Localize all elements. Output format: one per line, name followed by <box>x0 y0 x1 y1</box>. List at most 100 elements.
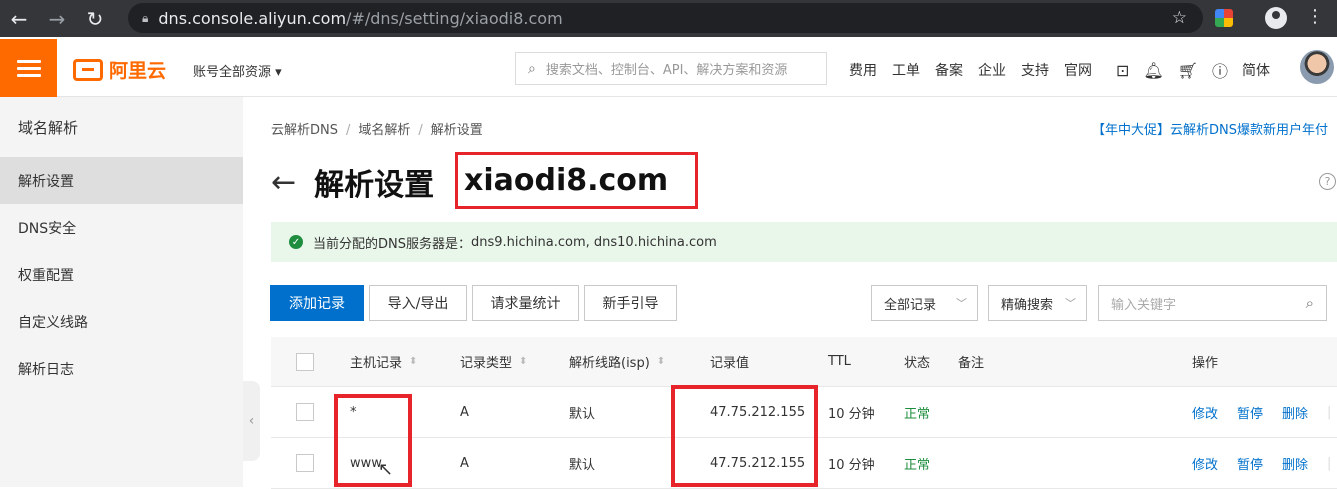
sidebar: 域名解析 解析设置 DNS安全 权重配置 自定义线路 解析日志 <box>0 97 243 487</box>
sidebar-item-custom-lines[interactable]: 自定义线路 <box>0 298 243 345</box>
record-filter-select[interactable]: 全部记录 ﹀ <box>871 285 978 321</box>
column-host-label: 主机记录 <box>350 356 403 371</box>
logo-text: 阿里云 <box>109 60 167 82</box>
aliyun-logo[interactable]: 阿里云 <box>73 56 166 83</box>
annotation-box-value <box>671 385 818 487</box>
terminal-icon[interactable]: ⊡ <box>1116 61 1129 80</box>
edit-link[interactable]: 修改 <box>1192 454 1218 473</box>
top-link-support[interactable]: 支持 <box>1021 60 1049 80</box>
aliyun-logo-icon <box>73 58 103 81</box>
column-ttl: TTL <box>828 354 851 369</box>
domain-name: xiaodi8.com <box>455 152 698 209</box>
annotation-box-host <box>334 394 412 487</box>
reload-icon[interactable]: ↻ <box>76 0 114 37</box>
url-host: dns.console.aliyun.com <box>158 8 347 28</box>
keyword-placeholder: 输入关键字 <box>1111 297 1177 313</box>
select-all-checkbox[interactable] <box>296 353 314 371</box>
sidebar-item-dns-logs[interactable]: 解析日志 <box>0 345 243 392</box>
back-icon[interactable]: ← <box>0 0 38 37</box>
column-host[interactable]: 主机记录 ⬍ <box>350 337 417 386</box>
browser-menu-icon[interactable]: ⋮ <box>1306 6 1324 27</box>
url-path: /#/dns/setting/xiaodi8.com <box>346 8 563 28</box>
cell-line: 默认 <box>569 457 596 473</box>
cell-ops: 修改 暂停 删除 | <box>1192 438 1331 488</box>
global-search-input[interactable]: ⌕ 搜索文档、控制台、API、解决方案和资源 <box>515 52 827 85</box>
import-export-button[interactable]: 导入/导出 <box>369 285 467 321</box>
notice-servers: dns9.hichina.com, dns10.hichina.com <box>471 234 717 250</box>
address-bar[interactable]: 🔒︎ dns.console.aliyun.com/#/dns/setting/… <box>128 3 1203 33</box>
search-placeholder: 搜索文档、控制台、API、解决方案和资源 <box>545 63 788 78</box>
page-header: ← 解析设置 <box>271 160 434 204</box>
sort-icon: ⬍ <box>519 355 528 367</box>
pause-link[interactable]: 暂停 <box>1237 403 1263 422</box>
column-ops: 操作 <box>1192 356 1219 371</box>
page-title: 解析设置 <box>314 168 435 203</box>
bell-icon[interactable]: 🔔︎ <box>1143 61 1163 80</box>
sidebar-item-weight-config[interactable]: 权重配置 <box>0 251 243 298</box>
top-link-ticket[interactable]: 工单 <box>892 60 920 80</box>
notice-label: 当前分配的DNS服务器是： <box>313 236 471 252</box>
promo-link[interactable]: 【年中大促】云解析DNS爆款新用户年付 <box>1092 119 1328 138</box>
caret-down-icon: ▾ <box>275 65 282 80</box>
sidebar-collapse-handle[interactable]: ‹ <box>243 381 260 461</box>
sidebar-item-dns-settings[interactable]: 解析设置 <box>0 157 243 204</box>
console-topbar: 阿里云 账号全部资源 ▾ ⌕ 搜索文档、控制台、API、解决方案和资源 费用 工… <box>0 39 1337 97</box>
sidebar-item-dns-security[interactable]: DNS安全 <box>0 204 243 251</box>
pause-link[interactable]: 暂停 <box>1237 454 1263 473</box>
column-status: 状态 <box>904 356 931 371</box>
column-line[interactable]: 解析线路(isp) ⬍ <box>569 337 665 386</box>
mouse-cursor-icon: ↖ <box>378 459 394 480</box>
top-links: 费用 工单 备案 企业 支持 官网 <box>849 60 1107 80</box>
top-link-website[interactable]: 官网 <box>1064 60 1092 80</box>
cell-type: A <box>460 455 469 471</box>
back-arrow-icon[interactable]: ← <box>271 165 296 200</box>
check-circle-icon: ✓ <box>289 235 303 249</box>
add-record-button[interactable]: 添加记录 <box>270 285 364 321</box>
cell-line: 默认 <box>569 406 596 422</box>
delete-link[interactable]: 删除 <box>1282 403 1308 422</box>
chevron-down-icon: ﹀ <box>956 297 967 310</box>
breadcrumb-item[interactable]: 域名解析 <box>358 123 410 138</box>
delete-link[interactable]: 删除 <box>1282 454 1308 473</box>
sidebar-title[interactable]: 域名解析 <box>0 97 243 157</box>
keyword-search-input[interactable]: 输入关键字 ⌕ <box>1098 285 1327 321</box>
chevron-down-icon: ﹀ <box>1065 297 1076 310</box>
hamburger-menu-button[interactable] <box>0 39 57 97</box>
search-mode-select[interactable]: 精确搜索 ﹀ <box>988 285 1087 321</box>
row-checkbox[interactable] <box>296 454 314 472</box>
extension-icon[interactable] <box>1215 9 1233 27</box>
record-filter-value: 全部记录 <box>884 297 937 313</box>
top-icons: ⊡ 🔔︎ 🛒︎ ⓘ 简体 <box>1116 58 1284 82</box>
divider: | <box>1327 455 1332 471</box>
top-link-billing[interactable]: 费用 <box>849 60 877 80</box>
cell-ttl: 10 分钟 <box>828 406 875 422</box>
column-value: 记录值 <box>710 356 750 371</box>
bookmark-star-icon[interactable]: ☆ <box>1172 8 1187 28</box>
column-type[interactable]: 记录类型 ⬍ <box>460 337 527 386</box>
language-switch[interactable]: 简体 <box>1242 60 1270 80</box>
browser-toolbar: ← → ↻ 🔒︎ dns.console.aliyun.com/#/dns/se… <box>0 0 1337 37</box>
column-type-label: 记录类型 <box>460 356 513 371</box>
question-icon[interactable]: ? <box>1319 173 1336 190</box>
avatar[interactable] <box>1300 50 1334 84</box>
account-resource-switch[interactable]: 账号全部资源 ▾ <box>193 61 282 80</box>
divider: | <box>1327 404 1332 420</box>
table-header: 主机记录 ⬍ 记录类型 ⬍ 解析线路(isp) ⬍ 记录值 TTL 状态 备注 操作 <box>271 337 1337 387</box>
cart-icon[interactable]: 🛒︎ <box>1178 61 1198 80</box>
help-circle-icon[interactable]: ⓘ <box>1212 58 1228 82</box>
breadcrumb-item[interactable]: 云解析DNS <box>271 123 338 138</box>
column-line-label: 解析线路(isp) <box>569 356 650 371</box>
edit-link[interactable]: 修改 <box>1192 403 1218 422</box>
account-switch-label: 账号全部资源 <box>193 65 272 80</box>
profile-icon[interactable] <box>1265 7 1287 29</box>
search-icon[interactable]: ⌕ <box>1306 294 1314 312</box>
cell-status: 正常 <box>904 406 931 422</box>
forward-icon[interactable]: → <box>38 0 76 37</box>
cell-status: 正常 <box>904 457 931 473</box>
top-link-icp[interactable]: 备案 <box>935 60 963 80</box>
cell-type: A <box>460 404 469 420</box>
top-link-enterprise[interactable]: 企业 <box>978 60 1006 80</box>
beginner-guide-button[interactable]: 新手引导 <box>584 285 677 321</box>
request-stats-button[interactable]: 请求量统计 <box>472 285 579 321</box>
row-checkbox[interactable] <box>296 403 314 421</box>
